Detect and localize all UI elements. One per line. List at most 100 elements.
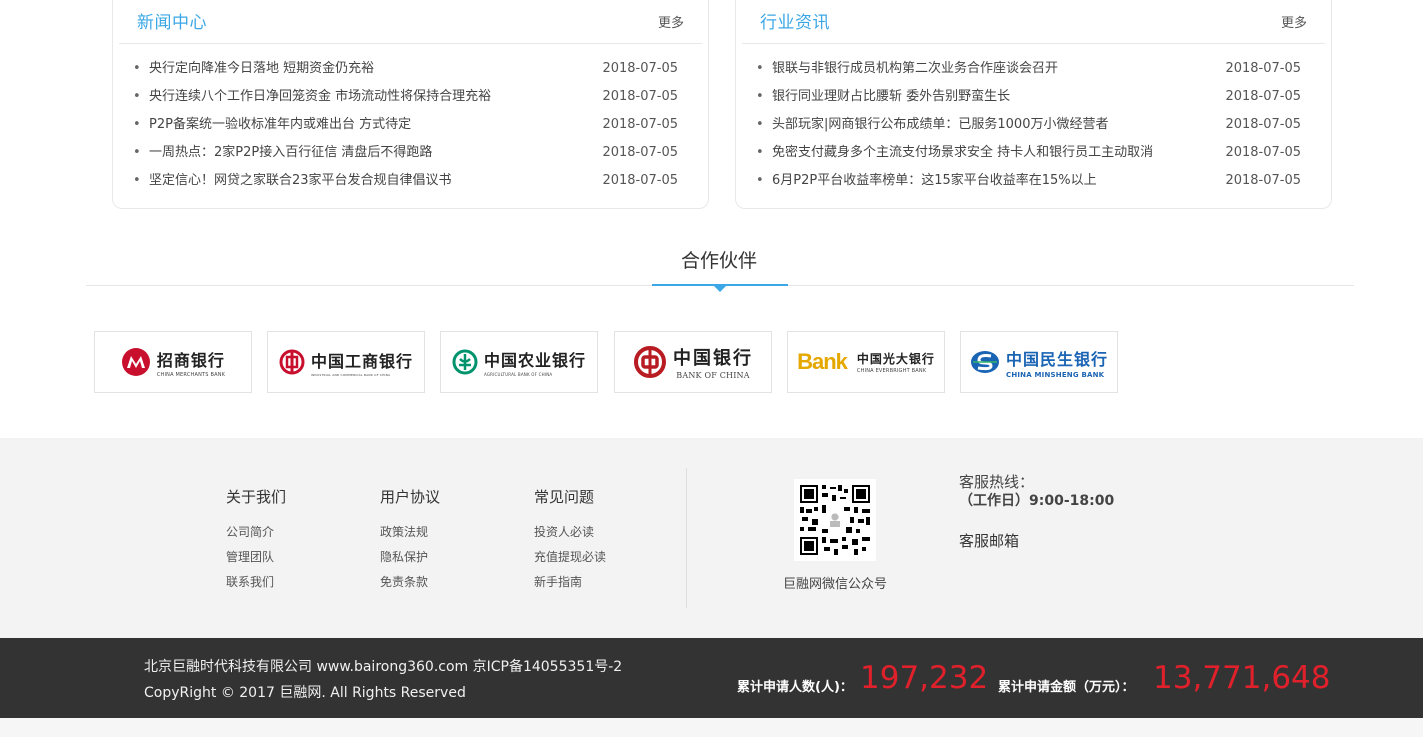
- partner-logo-content: 中国农业银行 AGRICULTURAL BANK OF CHINA: [441, 332, 597, 392]
- news-item-date: 2018-07-05: [1225, 89, 1301, 104]
- footer-col-faq: 常见问题 投资人必读 充值提现必读 新手指南: [534, 486, 606, 595]
- footer-col-title: 用户协议: [380, 488, 441, 506]
- partner-logo-text: 中国光大银行 CHINA EVERBRIGHT BANK: [857, 350, 935, 374]
- news-center-title: 新闻中心: [137, 13, 207, 33]
- partners-title: 合作伙伴: [680, 250, 757, 272]
- partner-logo-boc[interactable]: 中国银行 BANK OF CHINA: [614, 331, 772, 393]
- footer-link[interactable]: 充值提现必读: [534, 545, 606, 570]
- news-item[interactable]: • 坚定信心！网贷之家联合23家平台发合规自律倡议书 2018-07-05: [113, 169, 708, 197]
- partner-logo-text: 中国工商银行 INDUSTRIAL AND COMMERCIAL BANK OF…: [311, 348, 413, 377]
- qr-caption: 巨融网微信公众号: [782, 577, 887, 592]
- news-center-more-link[interactable]: 更多: [658, 12, 684, 31]
- footer-link[interactable]: 政策法规: [380, 520, 440, 545]
- news-item-date: 2018-07-05: [1225, 61, 1301, 76]
- footer-link[interactable]: 隐私保护: [380, 545, 440, 570]
- stat-applicants-label: 累计申请人数(人)：: [737, 680, 853, 695]
- news-item-title[interactable]: 一周热点：2家P2P接入百行征信 清盘后不得跑路: [149, 141, 432, 165]
- footer-link[interactable]: 免责条款: [380, 570, 440, 595]
- service-hours: （工作日）9:00-18:00: [959, 493, 1115, 509]
- partner-logo-en: INDUSTRIAL AND COMMERCIAL BANK OF CHINA: [310, 372, 391, 377]
- partner-logo-en: CHINA MINSHENG BANK: [1005, 370, 1105, 379]
- partner-logo-cn: 中国银行: [673, 348, 753, 369]
- bullet-icon: •: [133, 173, 141, 188]
- partner-logo-content: 中国民生银行 CHINA MINSHENG BANK: [961, 332, 1117, 392]
- partner-logo-en: AGRICULTURAL BANK OF CHINA: [483, 372, 553, 377]
- partner-logo-cn: 中国工商银行: [310, 351, 413, 371]
- footer-col-title: 关于我们: [226, 488, 287, 506]
- news-item-title[interactable]: 银联与非银行成员机构第二次业务合作座谈会召开: [772, 57, 1058, 81]
- partner-logo-text: 中国银行 BANK OF CHINA: [673, 344, 753, 380]
- service-hotline-label: 客服热线：: [959, 473, 1035, 491]
- news-item-title[interactable]: 免密支付藏身多个主流支付场景求安全 持卡人和银行员工主动取消: [772, 141, 1153, 165]
- news-item-title[interactable]: 央行定向降准今日落地 短期资金仍充裕: [149, 57, 374, 81]
- partners-arrow-icon: [714, 286, 726, 292]
- partner-logo-text: 中国农业银行 AGRICULTURAL BANK OF CHINA: [484, 347, 586, 377]
- news-item-title[interactable]: 央行连续八个工作日净回笼资金 市场流动性将保持合理充裕: [149, 85, 491, 109]
- stat-amount-value: 13,771,648: [1153, 660, 1331, 696]
- copyright: CopyRight © 2017 巨融网. All Rights Reserve…: [144, 685, 466, 701]
- news-item-date: 2018-07-05: [602, 61, 678, 76]
- news-item-date: 2018-07-05: [602, 173, 678, 188]
- bullet-icon: •: [133, 117, 141, 132]
- bottom-strip: [0, 718, 1423, 737]
- news-item[interactable]: • 银行同业理财占比腰斩 委外告别野蛮生长 2018-07-05: [736, 85, 1331, 113]
- footer-divider: [686, 468, 687, 608]
- news-center-list: • 央行定向降准今日落地 短期资金仍充裕 2018-07-05 • 央行连续八个工作日…: [113, 57, 708, 197]
- news-item[interactable]: • 央行连续八个工作日净回笼资金 市场流动性将保持合理充裕 2018-07-05: [113, 85, 708, 113]
- partner-logo-content: Bank 中国光大银行 CHINA EVERBRIGHT BANK: [788, 332, 944, 392]
- news-item-date: 2018-07-05: [1225, 173, 1301, 188]
- footer-col-agreement: 用户协议 政策法规 隐私保护 免责条款: [380, 486, 440, 595]
- bullet-icon: •: [133, 145, 141, 160]
- partner-logo-en: BANK OF CHINA: [676, 371, 750, 380]
- bullet-icon: •: [756, 89, 764, 104]
- news-item[interactable]: • 一周热点：2家P2P接入百行征信 清盘后不得跑路 2018-07-05: [113, 141, 708, 169]
- news-item[interactable]: • 头部玩家|网商银行公布成绩单：已服务1000万小微经营者 2018-07-05: [736, 113, 1331, 141]
- footer-link[interactable]: 联系我们: [226, 570, 286, 595]
- news-item-date: 2018-07-05: [1225, 145, 1301, 160]
- partner-logo-cn: 中国光大银行: [856, 352, 935, 366]
- news-item-date: 2018-07-05: [602, 117, 678, 132]
- partner-logo-en: CHINA MERCHANTS BANK: [156, 371, 226, 378]
- news-item[interactable]: • 免密支付藏身多个主流支付场景求安全 持卡人和银行员工主动取消 2018-07-0…: [736, 141, 1331, 169]
- news-item-title[interactable]: P2P备案统一验收标准年内或难出台 方式待定: [149, 113, 411, 137]
- news-center-header: 新闻中心 更多: [119, 0, 702, 44]
- news-item-date: 2018-07-05: [602, 89, 678, 104]
- industry-news-list: • 银联与非银行成员机构第二次业务合作座谈会召开 2018-07-05 • 银行同业理…: [736, 57, 1331, 197]
- news-item[interactable]: • P2P备案统一验收标准年内或难出台 方式待定 2018-07-05: [113, 113, 708, 141]
- bullet-icon: •: [756, 61, 764, 76]
- news-item-title[interactable]: 银行同业理财占比腰斩 委外告别野蛮生长: [772, 85, 1010, 109]
- news-item-date: 2018-07-05: [602, 145, 678, 160]
- bullet-icon: •: [133, 89, 141, 104]
- news-item-title[interactable]: 6月P2P平台收益率榜单：这15家平台收益率在15%以上: [772, 169, 1097, 193]
- service-email-link[interactable]: 客服邮箱: [959, 530, 1019, 551]
- cmb-logo-icon: [121, 348, 150, 376]
- partner-logo-ceb[interactable]: Bank 中国光大银行 CHINA EVERBRIGHT BANK: [787, 331, 945, 393]
- page: 新闻中心 更多 • 央行定向降准今日落地 短期资金仍充裕 2018-07-05 • 央…: [0, 0, 1423, 737]
- footer-bottom: 北京巨融时代科技有限公司 www.bairong360.com 京ICP备140…: [0, 638, 1423, 718]
- partner-logo-icbc[interactable]: 中国工商银行 INDUSTRIAL AND COMMERCIAL BANK OF…: [267, 331, 425, 393]
- bullet-icon: •: [133, 61, 141, 76]
- qr-code-icon: [794, 479, 876, 561]
- news-item-date: 2018-07-05: [1225, 117, 1301, 132]
- bullet-icon: •: [756, 173, 764, 188]
- partner-logo-abc[interactable]: 中国农业银行 AGRICULTURAL BANK OF CHINA: [440, 331, 598, 393]
- partner-logo-cmbc[interactable]: 中国民生银行 CHINA MINSHENG BANK: [960, 331, 1118, 393]
- partner-logo-cmb[interactable]: 招商银行 CHINA MERCHANTS BANK: [94, 331, 252, 393]
- footer-link[interactable]: 新手指南: [534, 570, 606, 595]
- industry-news-header: 行业资讯 更多: [742, 0, 1325, 44]
- footer-link[interactable]: 管理团队: [226, 545, 286, 570]
- footer-top: 关于我们 公司简介 管理团队 联系我们 用户协议 政策法规 隐私保护 免责条款 …: [0, 438, 1423, 639]
- news-item-title[interactable]: 头部玩家|网商银行公布成绩单：已服务1000万小微经营者: [772, 113, 1108, 137]
- industry-news-card: 行业资讯 更多 • 银联与非银行成员机构第二次业务合作座谈会召开 2018-07-0…: [735, 0, 1332, 209]
- partner-logo-cn: 中国民生银行: [1005, 349, 1108, 369]
- news-item[interactable]: • 央行定向降准今日落地 短期资金仍充裕 2018-07-05: [113, 57, 708, 85]
- footer-link[interactable]: 公司简介: [226, 520, 286, 545]
- news-item-title[interactable]: 坚定信心！网贷之家联合23家平台发合规自律倡议书: [149, 169, 452, 193]
- news-center-card: 新闻中心 更多 • 央行定向降准今日落地 短期资金仍充裕 2018-07-05 • 央…: [112, 0, 709, 209]
- news-item[interactable]: • 银联与非银行成员机构第二次业务合作座谈会召开 2018-07-05: [736, 57, 1331, 85]
- industry-news-more-link[interactable]: 更多: [1281, 12, 1307, 31]
- stat-amount-label: 累计申请金额（万元）：: [998, 680, 1135, 695]
- news-item[interactable]: • 6月P2P平台收益率榜单：这15家平台收益率在15%以上 2018-07-05: [736, 169, 1331, 197]
- footer-link[interactable]: 投资人必读: [534, 520, 606, 545]
- partner-logo-cn: 招商银行: [156, 350, 225, 370]
